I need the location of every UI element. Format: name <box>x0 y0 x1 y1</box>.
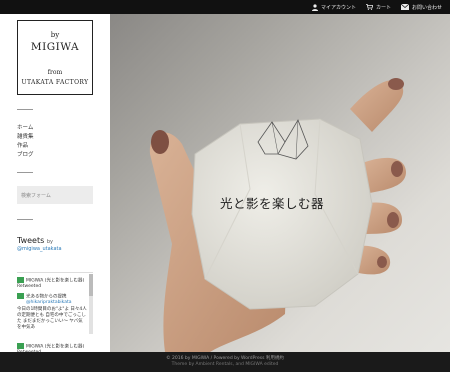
divider <box>17 109 33 110</box>
nav-item-goods[interactable]: 雑貨集 <box>17 133 34 142</box>
tweet-feed[interactable]: MIGIWA (光と影を楽しむ器) Retweeted 光ある物からの提携 @h… <box>17 272 93 364</box>
tweets-heading: Tweets by <box>17 236 93 245</box>
avatar <box>17 277 24 283</box>
nav-item-blog[interactable]: ブログ <box>17 151 34 160</box>
logo-by: by <box>50 31 60 39</box>
tweet-text: 今日の1時間目のお"よ"よ 日々4人の定期便とも 自宅の中でごっこした まだまだ… <box>17 307 87 330</box>
logo-factory: UTAKATA FACTORY <box>21 79 89 86</box>
cart-icon <box>365 4 373 10</box>
search-input[interactable]: 検索フォーム <box>17 186 93 204</box>
logo-name: MIGIWA <box>30 41 80 53</box>
divider <box>17 172 33 173</box>
hand-holding-vessel-photo <box>149 78 406 352</box>
tweets-title: Tweets <box>17 236 45 245</box>
divider <box>17 219 33 220</box>
logo-from: from <box>47 69 63 76</box>
twitter-widget: Tweets by @migiwa_utakata MIGIWA (光と影を楽し… <box>17 236 93 364</box>
footer-theme-credit: Theme by Ambient Rentals, and MIGIWA edi… <box>171 362 279 367</box>
scrollbar-thumb[interactable] <box>89 274 93 296</box>
tweet-author[interactable]: 光ある物からの提携 @hikaripraktabikata <box>17 293 72 305</box>
nav-item-home[interactable]: ホーム <box>17 124 34 133</box>
cart-link[interactable]: カート <box>365 4 391 11</box>
tweets-by: by <box>46 239 53 245</box>
cart-label: カート <box>375 4 391 11</box>
contact-label: お問い合わせ <box>411 4 442 11</box>
my-account-label: マイアカウント <box>320 4 356 11</box>
tweet-scrollbar[interactable] <box>89 274 93 334</box>
contact-link[interactable]: お問い合わせ <box>400 4 442 11</box>
nav-item-works[interactable]: 作品 <box>17 142 34 151</box>
avatar <box>17 293 24 299</box>
hero-image: 光と影を楽しむ器 <box>110 14 450 352</box>
tweet-retweet-line: MIGIWA (光と影を楽しむ器) Retweeted <box>17 277 85 289</box>
tweets-handle[interactable]: @migiwa_utakata <box>17 246 93 252</box>
my-account-link[interactable]: マイアカウント <box>311 3 356 11</box>
user-icon <box>311 3 318 11</box>
footer: © 2016 by MIGIWA / Powered by WordPress … <box>0 352 450 372</box>
hero-caption: 光と影を楽しむ器 <box>220 196 325 211</box>
sidebar: by MIGIWA from UTAKATA FACTORY ホーム 雑貨集 作… <box>0 14 110 364</box>
mail-icon <box>400 4 409 10</box>
avatar <box>17 343 24 349</box>
top-bar: マイアカウント カート お問い合わせ <box>0 0 450 14</box>
search-placeholder: 検索フォーム <box>21 192 51 199</box>
site-logo[interactable]: by MIGIWA from UTAKATA FACTORY <box>17 20 93 95</box>
main-nav: ホーム 雑貨集 作品 ブログ <box>17 124 34 160</box>
